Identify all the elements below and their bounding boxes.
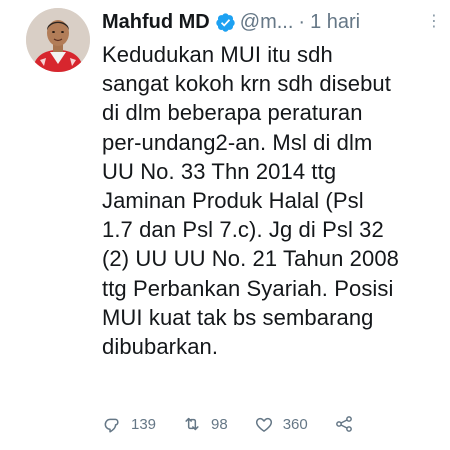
more-options-icon[interactable]: ⋮ [426,8,442,36]
reply-icon [104,418,119,433]
avatar-photo [26,8,90,72]
like-button[interactable]: 360 [254,414,308,434]
author-name[interactable]: Mahfud MD [102,8,210,36]
tweet-text-line: sangat kokoh krn sdh disebut [102,71,391,97]
tweet-text-line: (2) UU UU No. 21 Tahun 2008 [102,246,400,272]
author-handle[interactable]: @m... [240,8,294,36]
share-icon [335,416,352,432]
tweet-text-line: UU No. 33 Thn 2014 ttg [102,158,337,184]
header-separator: · [298,11,306,33]
like-count: 360 [282,415,308,433]
tweet-text-line: per-undang2-an. Msl di dlm [102,129,373,155]
reply-button[interactable]: 139 [102,414,156,434]
retweet-count: 98 [211,415,228,433]
tweet-text-line: dibubarkan. [102,334,219,360]
tweet-text-line: Jaminan Produk Halal (Psl [102,188,364,214]
tweet-text-line: ttg Perbankan Syariah. Posisi [102,275,394,301]
tweet-text-line: 1.7 dan Psl 7.c). Jg di Psl 32 [102,217,384,243]
tweet-text-line: Kedudukan MUI itu sdh [102,42,333,67]
share-button[interactable] [334,414,354,434]
tweet-text: Kedudukan MUI itu sdh sangat kokoh krn s… [102,40,442,361]
like-icon [255,417,272,432]
tweet-text-line: MUI kuat tak bs sembarang [102,304,374,330]
verified-badge-icon [215,12,236,33]
tweet-timestamp[interactable]: 1 hari [310,8,360,36]
tweet-text-line: di dlm beberapa peraturan [102,100,363,126]
tweet-card[interactable]: Mahfud MD @m... · 1 hari ⋮ Kedudukan MUI… [0,0,450,450]
tweet-header: Mahfud MD @m... · 1 hari ⋮ [102,8,442,36]
avatar[interactable] [26,8,90,72]
tweet-actions: 139 98 360 [102,413,380,435]
retweet-icon [185,417,199,431]
retweet-button[interactable]: 98 [182,414,228,434]
reply-count: 139 [131,415,157,433]
